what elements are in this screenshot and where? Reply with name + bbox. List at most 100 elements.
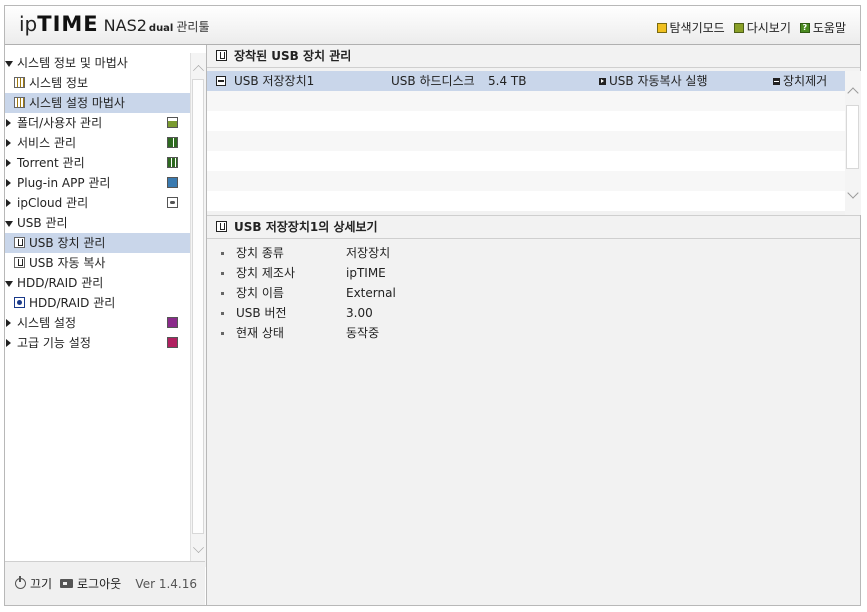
power-off-label: 끄기 — [30, 577, 53, 591]
sidebar-item-label: Plug-in APP 관리 — [17, 176, 111, 190]
remove-device-button[interactable]: 장치제거 — [773, 71, 827, 91]
header-bar: ip TIME NAS2 dual 관리툴 탐색기모드 다시보기 ? 도움말 — [5, 6, 860, 45]
eject-icon — [773, 77, 780, 85]
scroll-down-icon[interactable] — [193, 542, 204, 553]
brand-ip: ip — [19, 12, 38, 36]
autocopy-label: USB 자동복사 실행 — [609, 74, 708, 88]
sidebar-item-label: 서비스 관리 — [17, 136, 77, 150]
detail-key: 현재 상태 — [236, 326, 284, 340]
empty-row — [207, 191, 845, 211]
collapsed-arrow-icon — [6, 319, 11, 327]
plugin-icon — [167, 177, 178, 188]
detail-row: 장치 제조사 ipTIME — [221, 263, 521, 283]
brand-model: NAS2 — [103, 16, 147, 35]
collapsed-arrow-icon — [6, 199, 11, 207]
explorer-mode-label: 탐색기모드 — [669, 21, 725, 35]
scrollbar-thumb[interactable] — [192, 79, 204, 534]
details-section-title: USB 저장장치1의 상세보기 — [207, 215, 860, 239]
sidebar-scrollbar[interactable] — [190, 53, 206, 567]
explorer-icon — [656, 22, 667, 33]
power-icon — [15, 576, 26, 589]
scroll-down-icon[interactable] — [847, 187, 859, 199]
detail-value: External — [346, 286, 396, 300]
usb-icon — [14, 237, 25, 248]
collapsed-arrow-icon — [6, 179, 11, 187]
empty-row — [207, 131, 845, 151]
detail-row: 현재 상태 동작중 — [221, 323, 521, 343]
sidebar-group-plugin[interactable]: Plug-in APP 관리 — [5, 173, 190, 193]
collapsed-arrow-icon — [6, 139, 11, 147]
cloud-icon — [167, 197, 178, 208]
help-label: 도움말 — [812, 21, 846, 35]
device-row[interactable]: USB 저장장치1 USB 하드디스크 5.4 TB USB 자동복사 실행 장… — [207, 71, 845, 91]
chart-icon — [14, 97, 25, 108]
bullet-icon — [221, 272, 224, 275]
autocopy-button[interactable]: USB 자동복사 실행 — [599, 71, 708, 91]
detail-key: 장치 종류 — [236, 246, 284, 260]
sidebar-item-usb-autocopy[interactable]: USB 자동 복사 — [5, 253, 190, 273]
empty-row — [207, 91, 845, 111]
sidebar-item-label: 시스템 설정 마법사 — [29, 96, 125, 110]
sidebar-item-label: HDD/RAID 관리 — [17, 276, 104, 290]
chart-icon — [14, 77, 25, 88]
usb-icon — [216, 221, 227, 232]
logout-button[interactable]: 로그아웃 — [60, 575, 121, 592]
sidebar-group-torrent[interactable]: Torrent 관리 — [5, 153, 190, 173]
device-size: 5.4 TB — [488, 74, 527, 88]
remove-device-label: 장치제거 — [783, 74, 828, 88]
usb-icon — [14, 257, 25, 268]
app-window: ip TIME NAS2 dual 관리툴 탐색기모드 다시보기 ? 도움말 시… — [4, 5, 861, 606]
device-list: USB 저장장치1 USB 하드디스크 5.4 TB USB 자동복사 실행 장… — [207, 71, 845, 211]
power-off-button[interactable]: 끄기 — [15, 575, 52, 592]
sidebar-item-system-info[interactable]: 시스템 정보 — [5, 73, 190, 93]
scroll-up-icon[interactable] — [847, 87, 859, 99]
sidebar-item-hdd-raid[interactable]: HDD/RAID 관리 — [5, 293, 190, 313]
disk-icon — [14, 297, 25, 308]
device-name: USB 저장장치1 — [234, 74, 315, 88]
logout-icon — [60, 579, 73, 588]
reload-label: 다시보기 — [746, 21, 791, 35]
device-type: USB 하드디스크 — [391, 74, 475, 88]
service-icon — [167, 137, 178, 148]
sidebar-group-service[interactable]: 서비스 관리 — [5, 133, 190, 153]
detail-value: 3.00 — [346, 306, 373, 320]
sidebar-group-folder-user[interactable]: 폴더/사용자 관리 — [5, 113, 190, 133]
reload-link[interactable]: 다시보기 — [733, 19, 791, 36]
bullet-icon — [221, 332, 224, 335]
main-panel: 장착된 USB 장치 관리 USB 저장장치1 USB 하드디스크 5.4 TB… — [207, 45, 861, 605]
help-link[interactable]: ? 도움말 — [799, 19, 846, 36]
explorer-mode-link[interactable]: 탐색기모드 — [656, 19, 725, 36]
reload-icon — [733, 22, 744, 33]
sidebar-group-hdd-raid[interactable]: HDD/RAID 관리 — [5, 273, 190, 293]
empty-row — [207, 111, 845, 131]
scrollbar-thumb[interactable] — [846, 105, 859, 169]
devices-title: 장착된 USB 장치 관리 — [234, 49, 352, 63]
expanded-arrow-icon — [5, 61, 13, 67]
sidebar-item-setup-wizard[interactable]: 시스템 설정 마법사 — [5, 93, 190, 113]
sidebar-group-system-info[interactable]: 시스템 정보 및 마법사 — [5, 53, 190, 73]
brand-time: TIME — [37, 12, 99, 36]
sidebar-group-usb[interactable]: USB 관리 — [5, 213, 190, 233]
advanced-settings-icon — [167, 337, 178, 348]
bullet-icon — [221, 312, 224, 315]
collapsed-arrow-icon — [6, 119, 11, 127]
scroll-up-icon[interactable] — [193, 65, 204, 76]
detail-key: 장치 이름 — [236, 286, 284, 300]
sidebar-item-label: USB 장치 관리 — [29, 236, 106, 250]
sidebar-group-ipcloud[interactable]: ipCloud 관리 — [5, 193, 190, 213]
details-title: USB 저장장치1의 상세보기 — [234, 220, 378, 234]
detail-key: USB 버전 — [236, 306, 287, 320]
brand-logo: ip TIME NAS2 dual 관리툴 — [19, 12, 209, 38]
sidebar-item-label: USB 관리 — [17, 216, 68, 230]
sidebar-group-system-settings[interactable]: 시스템 설정 — [5, 313, 190, 333]
folder-user-icon — [167, 117, 178, 128]
detail-key: 장치 제조사 — [236, 266, 296, 280]
sidebar-group-advanced[interactable]: 고급 기능 설정 — [5, 333, 190, 353]
sidebar-item-label: 시스템 설정 — [17, 316, 77, 330]
device-list-scrollbar[interactable] — [845, 71, 861, 215]
detail-value: 저장장치 — [346, 246, 391, 260]
play-icon — [599, 77, 606, 85]
sidebar-item-usb-device[interactable]: USB 장치 관리 — [5, 233, 190, 253]
collapse-icon[interactable] — [216, 76, 226, 86]
sidebar-item-label: USB 자동 복사 — [29, 256, 106, 270]
